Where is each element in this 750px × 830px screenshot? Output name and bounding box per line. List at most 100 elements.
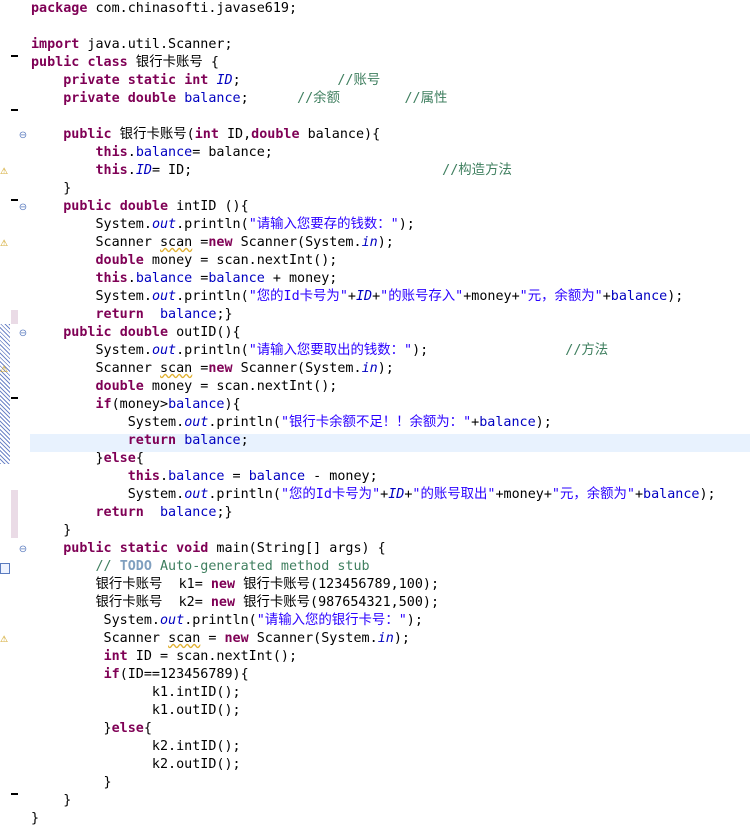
code-line[interactable]: public 银行卡账号(int ID,double balance){	[31, 126, 716, 144]
collapse-icon[interactable]: ⊖	[18, 545, 28, 555]
string-token: "的账号存入"	[380, 289, 464, 304]
task-icon[interactable]	[0, 563, 10, 574]
code-line[interactable]: Scanner scan =new Scanner(System.in);	[31, 360, 716, 378]
warning-icon[interactable]: ⚠	[0, 635, 11, 646]
warned-variable: scan	[160, 235, 193, 250]
code-line[interactable]: System.out.println("请输入您要存的钱数：");	[31, 216, 716, 234]
keyword-token: if	[103, 667, 120, 682]
code-line[interactable]: k1.outID();	[31, 702, 716, 720]
code-line[interactable]: int ID = scan.nextInt();	[31, 648, 716, 666]
code-line[interactable]: System.out.println("请输入您的银行卡号：");	[31, 612, 716, 630]
code-line[interactable]: System.out.println("请输入您要取出的钱数："); //方法	[31, 342, 716, 360]
warning-icon[interactable]: ⚠	[0, 167, 11, 178]
code-line[interactable]: double money = scan.nextInt();	[31, 378, 716, 396]
comment-token: //账号	[337, 73, 381, 88]
code-line[interactable]: }else{	[31, 720, 716, 738]
code-line[interactable]: }	[31, 810, 716, 828]
code-line[interactable]: this.balance= balance;	[31, 144, 716, 162]
code-token: 银行卡账号(	[111, 127, 195, 142]
code-line[interactable]: k1.intID();	[31, 684, 716, 702]
code-line[interactable]: this.ID= ID; //构造方法	[31, 162, 716, 180]
code-line[interactable]: import java.util.Scanner;	[31, 36, 716, 54]
code-line[interactable]: private double balance; //余额 //属性	[31, 90, 716, 108]
keyword-token: public	[63, 127, 112, 142]
code-token: ;	[232, 73, 338, 88]
code-line[interactable]	[31, 18, 716, 36]
static-field-token: ID	[355, 289, 373, 304]
keyword-token: public	[63, 541, 112, 556]
code-line[interactable]: this.balance = balance - money;	[31, 468, 716, 486]
field-token: balance	[135, 145, 193, 160]
code-line[interactable]: Scanner scan = new Scanner(System.in);	[31, 630, 716, 648]
code-text-area[interactable]: package com.chinasofti.javase619; import…	[31, 0, 716, 828]
code-token: Scanner(System.	[248, 631, 378, 646]
code-token: Scanner(System.	[232, 361, 362, 376]
code-line[interactable]: 银行卡账号 k1= new 银行卡账号(123456789,100);	[31, 576, 716, 594]
code-token: com.chinasofti.javase619;	[87, 1, 298, 16]
code-line[interactable]: return balance;}	[31, 306, 716, 324]
collapse-icon[interactable]: ⊖	[18, 203, 28, 213]
code-line[interactable]: }	[31, 792, 716, 810]
code-token: (ID==123456789){	[119, 667, 249, 682]
code-line[interactable]: }	[31, 522, 716, 540]
code-line[interactable]: if(money>balance){	[31, 396, 716, 414]
code-line[interactable]: System.out.println("您的Id卡号为"+ID+"的账号存入"+…	[31, 288, 716, 306]
code-token: ;	[240, 91, 298, 106]
code-line[interactable]: }	[31, 180, 716, 198]
code-line[interactable]: System.out.println("银行卡余额不足！！余额为："+balan…	[31, 414, 716, 432]
keyword-token: class	[87, 55, 128, 70]
code-line[interactable]: this.balance =balance + money;	[31, 270, 716, 288]
code-line[interactable]	[31, 108, 716, 126]
keyword-token: return	[95, 505, 144, 520]
code-token: money = scan.nextInt();	[143, 253, 338, 268]
keyword-token: new	[224, 631, 249, 646]
code-token: 银行卡账号(123456789,100);	[235, 577, 440, 592]
code-token: System.	[31, 289, 152, 304]
code-line[interactable]: }else{	[31, 450, 716, 468]
keyword-token: double	[95, 253, 144, 268]
code-line[interactable]: System.out.println("您的Id卡号为"+ID+"的账号取出"+…	[31, 486, 716, 504]
code-token: +money+	[495, 487, 552, 502]
warning-icon[interactable]: ⚠	[0, 239, 11, 250]
code-token: = balance;	[192, 145, 273, 160]
warning-icon[interactable]: ⚠	[0, 365, 11, 376]
code-line[interactable]: k2.outID();	[31, 756, 716, 774]
code-line[interactable]: return balance;	[31, 432, 716, 450]
code-line[interactable]: private static int ID; //账号	[31, 72, 716, 90]
code-line[interactable]: public static void main(String[] args) {	[31, 540, 716, 558]
keyword-token: new	[210, 577, 236, 592]
code-line[interactable]: if(ID==123456789){	[31, 666, 716, 684]
collapse-icon[interactable]: ⊖	[18, 329, 28, 339]
code-line[interactable]: return balance;}	[31, 504, 716, 522]
code-editor[interactable]: ⊖ ⊖ ⊖ ⊖ ⚠ ⚠ ⚠ ⚠ package com.chinasofti.j…	[0, 0, 750, 830]
static-field-token: out	[151, 217, 177, 232]
string-token: "的账号取出"	[412, 487, 496, 502]
code-line[interactable]: double money = scan.nextInt();	[31, 252, 716, 270]
code-line[interactable]: public class 银行卡账号 {	[31, 54, 716, 72]
code-line[interactable]: public double intID (){	[31, 198, 716, 216]
code-line[interactable]: Scanner scan =new Scanner(System.in);	[31, 234, 716, 252]
code-token: outID(){	[168, 325, 241, 340]
code-token: ;}	[216, 505, 233, 520]
code-line[interactable]: public double outID(){	[31, 324, 716, 342]
code-token: 银行卡账号 k2=	[31, 595, 211, 610]
code-line[interactable]: // TODO Auto-generated method stub	[31, 558, 716, 576]
code-line[interactable]: package com.chinasofti.javase619;	[31, 0, 716, 18]
code-line[interactable]: k2.intID();	[31, 738, 716, 756]
comment-token: //	[95, 559, 120, 574]
code-token: ID,	[218, 127, 252, 142]
collapse-icon[interactable]: ⊖	[18, 131, 28, 141]
code-line[interactable]: 银行卡账号 k2= new 银行卡账号(987654321,500);	[31, 594, 716, 612]
field-token: balance	[479, 415, 536, 430]
code-token: 银行卡账号 k1=	[31, 577, 211, 592]
code-line[interactable]: }	[31, 774, 716, 792]
keyword-token: else	[111, 721, 144, 736]
code-token: =	[200, 631, 225, 646]
static-field-token: out	[184, 415, 209, 430]
